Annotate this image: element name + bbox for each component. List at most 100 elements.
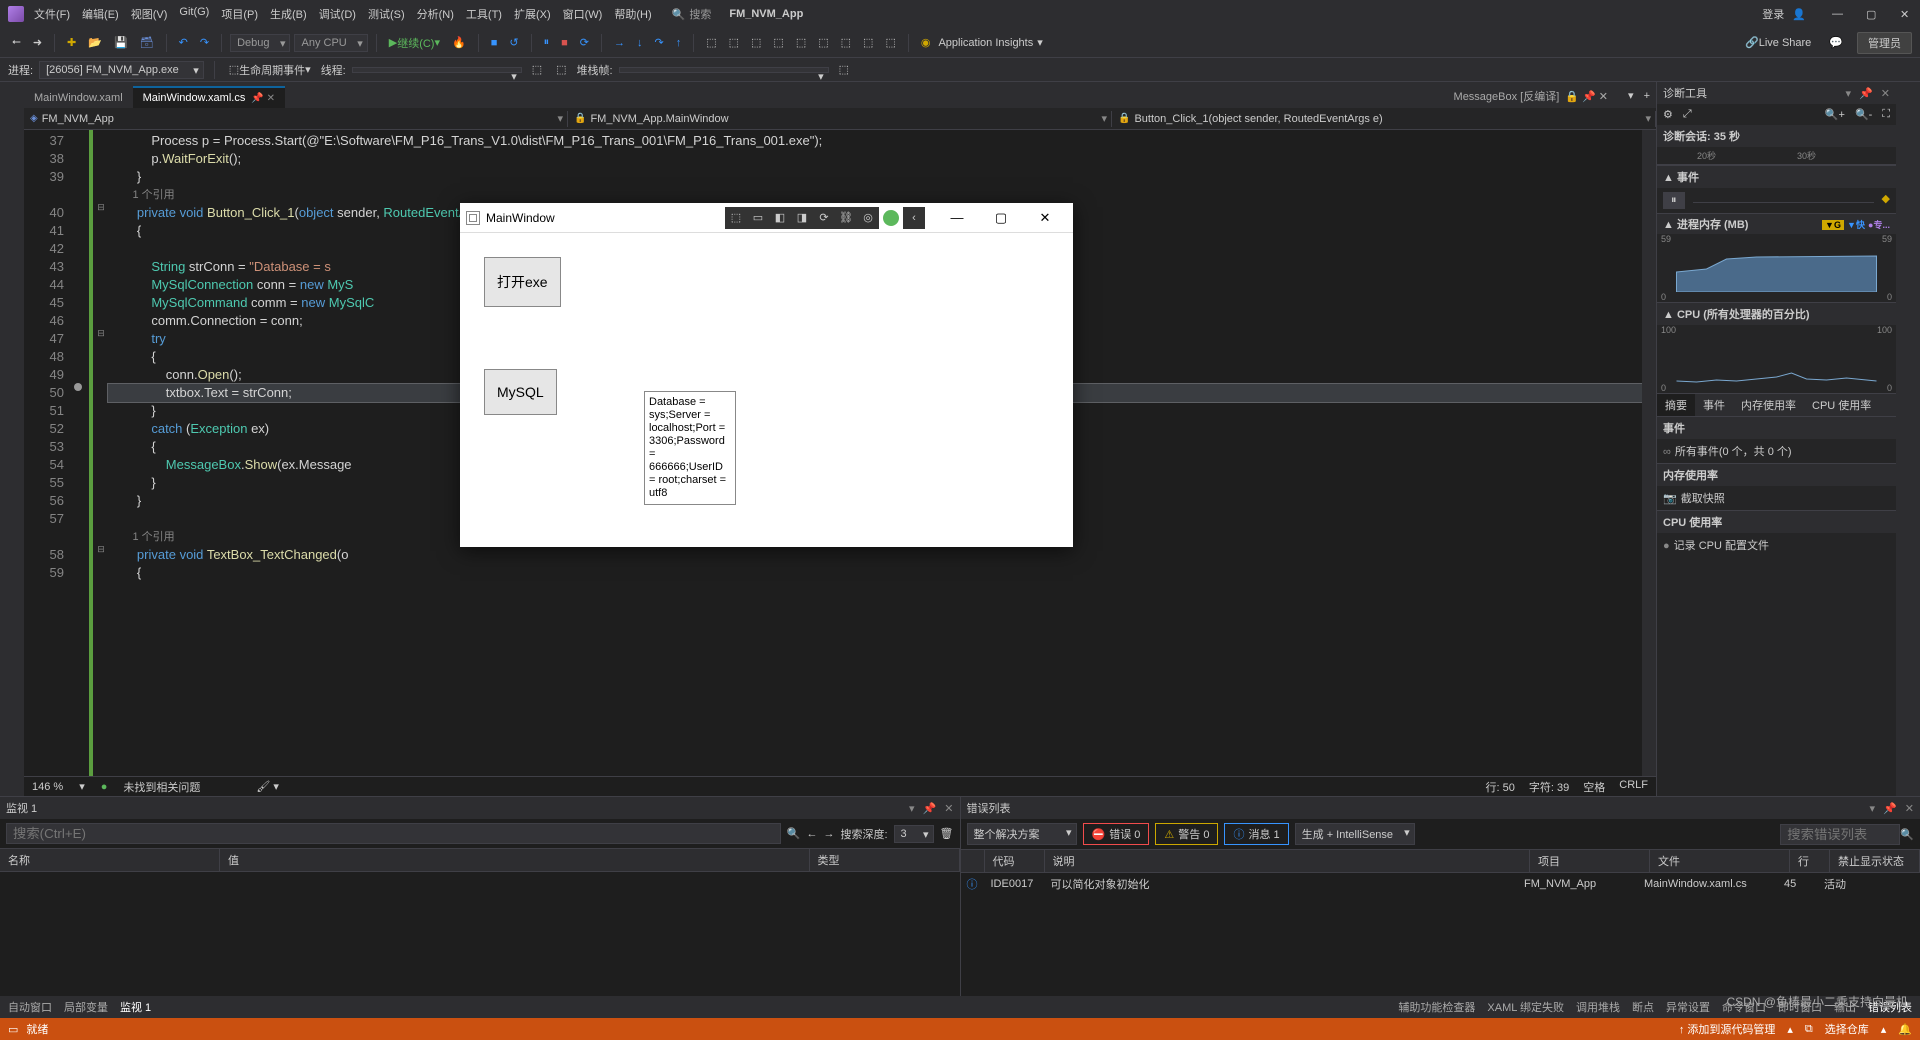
diag-tab[interactable]: 摘要 <box>1657 394 1695 416</box>
debuggee-close-button[interactable]: ✕ <box>1023 204 1067 232</box>
menu-n[interactable]: 分析(N) <box>417 6 454 22</box>
pause-button[interactable]: ↺ <box>505 34 522 51</box>
diag-tab[interactable]: CPU 使用率 <box>1804 394 1879 416</box>
reset-zoom-icon[interactable]: ⛶ <box>1882 108 1890 121</box>
menu-x[interactable]: 扩展(X) <box>514 6 551 22</box>
err-row[interactable]: ⓘIDE0017可以简化对象初始化FM_NVM_AppMainWindow.xa… <box>961 873 1920 895</box>
gear-icon[interactable]: ⚙ <box>1663 108 1673 121</box>
process-dropdown[interactable]: [26056] FM_NVM_App.exe <box>39 61 204 79</box>
display-layout-icon[interactable]: ◧ <box>769 207 791 229</box>
infos-toggle[interactable]: ⓘ消息 1 <box>1224 823 1288 845</box>
nav-prev-icon[interactable]: ← <box>806 828 817 840</box>
footer-tab[interactable]: 自动窗口 <box>8 999 52 1015</box>
debuggee-window[interactable]: MainWindow ⬚ ▭ ◧ ◨ ⟳ ⛓ ◎ ‹ ― ▢ ✕ 打开exe M… <box>460 203 1073 547</box>
new-button[interactable]: ✚ <box>63 34 80 51</box>
events-body[interactable]: 所有事件(0 个，共 0 个) <box>1675 446 1792 458</box>
search-icon[interactable]: 🔍 <box>1900 828 1914 841</box>
scroll-map[interactable] <box>1642 130 1656 776</box>
indent-mode[interactable]: 空格 <box>1583 779 1605 795</box>
footer-tab[interactable]: 监视 1 <box>120 999 151 1015</box>
app-insights-icon[interactable]: ◉ <box>917 34 935 51</box>
depth-dropdown[interactable]: 3 <box>894 825 934 843</box>
right-tool-tabs[interactable] <box>1896 82 1920 796</box>
doc-tab[interactable]: MainWindow.xaml.cs 📌 ✕ <box>133 86 285 108</box>
life-events-button[interactable]: ⬚ 生命周期事件 ▾ <box>225 60 315 80</box>
panel-pin-icon[interactable]: 📌 <box>1859 87 1873 100</box>
doc-tab[interactable]: MainWindow.xaml <box>24 86 133 108</box>
nav-fwd-button[interactable]: ➜ <box>29 34 46 51</box>
zoom-level[interactable]: 146 % <box>32 781 63 793</box>
footer-tab[interactable]: 断点 <box>1632 999 1654 1015</box>
menu-t[interactable]: 工具(T) <box>466 6 502 22</box>
source-dropdown[interactable]: 生成 + IntelliSense <box>1295 823 1415 845</box>
tool-4[interactable]: ⬚ <box>769 34 787 51</box>
repo-icon[interactable]: ⧉ <box>1805 1023 1813 1036</box>
stop-debug-button[interactable]: ■ <box>557 35 572 51</box>
menu-w[interactable]: 窗口(W) <box>563 6 603 22</box>
stackframe-dropdown[interactable] <box>619 67 829 73</box>
add-icon[interactable]: + <box>1644 90 1650 102</box>
repo-select-button[interactable]: 选择仓库 <box>1825 1021 1869 1037</box>
issues-label[interactable]: 未找到相关问题 <box>123 779 200 795</box>
pause-events-button[interactable]: ⏸ <box>1663 192 1685 209</box>
nav-member[interactable]: 🔒Button_Click_1(object sender, RoutedEve… <box>1112 111 1656 127</box>
nav-next-icon[interactable]: → <box>823 828 834 840</box>
watch-search-input[interactable] <box>6 823 781 844</box>
feedback-button[interactable]: 💬 <box>1825 34 1847 51</box>
err-col[interactable]: 禁止显示状态 <box>1830 850 1920 872</box>
connection-string-textbox[interactable]: Database = sys;Server = localhost;Port =… <box>644 391 736 505</box>
err-col[interactable]: 行 <box>1790 850 1830 872</box>
save-button[interactable]: 💾 <box>110 34 132 51</box>
open-exe-button[interactable]: 打开exe <box>484 257 561 307</box>
cursor-line[interactable]: 行: 50 <box>1486 779 1515 795</box>
timeline-ruler[interactable]: 20秒 30秒 <box>1657 147 1896 165</box>
search-icon[interactable]: 🔍 <box>787 827 801 840</box>
tool-7[interactable]: ⬚ <box>837 34 855 51</box>
diag-tab[interactable]: 内存使用率 <box>1733 394 1804 416</box>
tool-3[interactable]: ⬚ <box>747 34 765 51</box>
err-col[interactable]: 代码 <box>985 850 1045 872</box>
tool-1[interactable]: ⬚ <box>702 34 720 51</box>
hot-reload-indicator-icon[interactable]: ⟳ <box>813 207 835 229</box>
events-header[interactable]: 事件 <box>1677 172 1699 184</box>
menu-d[interactable]: 调试(D) <box>319 6 356 22</box>
watch-col[interactable]: 值 <box>220 849 810 871</box>
panel-close-icon[interactable]: ✕ <box>1881 87 1890 100</box>
cpu-header[interactable]: CPU (所有处理器的百分比) <box>1677 309 1810 321</box>
stop-button[interactable]: ■ <box>487 35 502 51</box>
footer-tab[interactable]: XAML 绑定失败 <box>1487 999 1564 1015</box>
footer-tab[interactable]: 调用堆栈 <box>1576 999 1620 1015</box>
thread-dropdown[interactable] <box>352 67 522 73</box>
menu-p[interactable]: 项目(P) <box>221 6 258 22</box>
footer-tab[interactable]: 局部变量 <box>64 999 108 1015</box>
admin-button[interactable]: 管理员 <box>1857 32 1912 54</box>
global-search[interactable]: 🔍 搜索 <box>672 6 712 22</box>
xaml-binding-icon[interactable]: ⛓ <box>835 207 857 229</box>
watch-col[interactable]: 类型 <box>810 849 960 871</box>
nav-project[interactable]: ◈FM_NVM_App <box>24 111 568 127</box>
debuggee-minimize-button[interactable]: ― <box>935 204 979 232</box>
config-dropdown[interactable]: Debug <box>230 34 290 52</box>
menu-f[interactable]: 文件(F) <box>34 6 70 22</box>
live-tree-icon[interactable]: ⬚ <box>725 207 747 229</box>
mysql-button[interactable]: MySQL <box>484 369 557 415</box>
saveall-button[interactable]: 🗃 <box>136 34 158 51</box>
step-into-button[interactable]: ↓ <box>633 35 647 51</box>
close-button[interactable]: ✕ <box>1900 8 1912 20</box>
diag-tab[interactable]: 事件 <box>1695 394 1733 416</box>
user-icon[interactable]: 👤 <box>1792 8 1806 21</box>
errorlist-search-input[interactable] <box>1780 824 1900 845</box>
app-insights-label[interactable]: Application Insights <box>938 37 1033 49</box>
source-control-button[interactable]: ↑ 添加到源代码管理 <box>1679 1021 1776 1037</box>
record-cpu-button[interactable]: 记录 CPU 配置文件 <box>1674 540 1769 552</box>
tool-5[interactable]: ⬚ <box>792 34 810 51</box>
left-tool-tabs[interactable] <box>0 82 24 796</box>
err-col[interactable]: 文件 <box>1650 850 1790 872</box>
chevron-left-icon[interactable]: ‹ <box>903 207 925 229</box>
break-all-button[interactable]: ⏸ <box>540 34 554 51</box>
step-over-button[interactable]: ↷ <box>650 34 667 51</box>
memory-header[interactable]: 进程内存 (MB) <box>1677 219 1749 231</box>
memory-chart[interactable] <box>1657 244 1896 292</box>
continue-button[interactable]: ▶ 继续(C) ▾ <box>385 33 444 53</box>
undo-button[interactable]: ↶ <box>175 34 192 51</box>
